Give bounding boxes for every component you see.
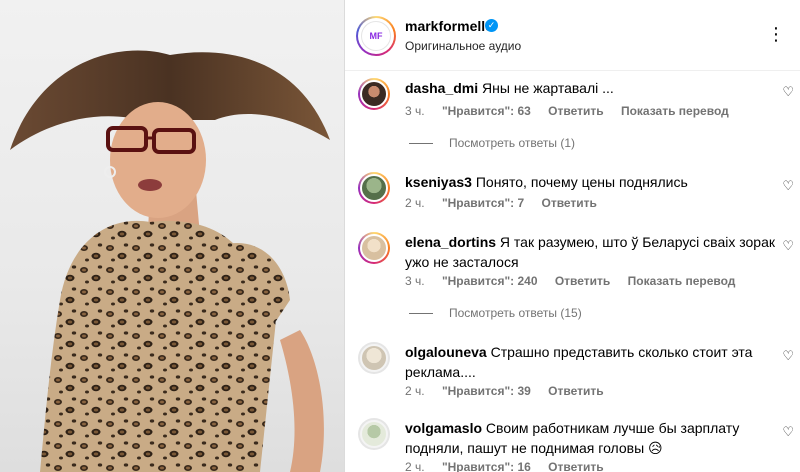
comment-username[interactable]: dasha_dmi bbox=[405, 80, 478, 96]
comment-username[interactable]: olgalouneva bbox=[405, 344, 487, 360]
video-frame bbox=[10, 50, 330, 472]
verified-badge-icon: ✓ bbox=[485, 19, 498, 32]
instagram-post-view: MF markformelle ✓ Оригинальное аудио ⋮ d… bbox=[0, 0, 800, 472]
commenter-avatar[interactable] bbox=[358, 232, 390, 264]
like-heart-icon[interactable]: ♡ bbox=[782, 238, 794, 254]
comment-time[interactable]: 2 ч. bbox=[405, 384, 425, 398]
author-username[interactable]: markformelle bbox=[405, 18, 493, 34]
post-video[interactable] bbox=[0, 0, 344, 472]
comment-time[interactable]: 2 ч. bbox=[405, 460, 425, 472]
like-heart-icon[interactable]: ♡ bbox=[782, 178, 794, 194]
author-avatar[interactable]: MF bbox=[356, 16, 396, 56]
comment-likes[interactable]: "Нравится": 39 bbox=[442, 384, 531, 398]
comment-likes[interactable]: "Нравится": 240 bbox=[442, 274, 538, 288]
reply-button[interactable]: Ответить bbox=[541, 196, 596, 210]
commenter-avatar[interactable] bbox=[358, 78, 390, 110]
translate-button[interactable]: Показать перевод bbox=[621, 104, 729, 118]
like-heart-icon[interactable]: ♡ bbox=[782, 348, 794, 364]
like-heart-icon[interactable]: ♡ bbox=[782, 424, 794, 440]
commenter-avatar[interactable] bbox=[358, 342, 390, 374]
like-heart-icon[interactable]: ♡ bbox=[782, 84, 794, 100]
audio-label[interactable]: Оригинальное аудио bbox=[405, 39, 521, 53]
commenter-avatar[interactable] bbox=[358, 418, 390, 450]
translate-button[interactable]: Показать перевод bbox=[628, 274, 736, 288]
comment-likes[interactable]: "Нравится": 16 bbox=[442, 460, 531, 472]
comment-text: Яны не жартавалі ... bbox=[482, 80, 614, 96]
brand-logo: MF bbox=[361, 21, 391, 51]
comment-username[interactable]: volgamaslo bbox=[405, 420, 482, 436]
more-options-icon[interactable]: ⋮ bbox=[767, 24, 786, 45]
post-header: MF markformelle ✓ Оригинальное аудио ⋮ bbox=[345, 0, 800, 71]
comment-username[interactable]: kseniyas3 bbox=[405, 174, 472, 190]
comment-time[interactable]: 3 ч. bbox=[405, 274, 425, 288]
view-replies-button[interactable]: Посмотреть ответы (1) bbox=[409, 136, 575, 150]
comment-likes[interactable]: "Нравится": 63 bbox=[442, 104, 531, 118]
reply-button[interactable]: Ответить bbox=[548, 460, 603, 472]
comments-panel: MF markformelle ✓ Оригинальное аудио ⋮ d… bbox=[345, 0, 800, 472]
reply-button[interactable]: Ответить bbox=[548, 384, 603, 398]
comment-time[interactable]: 2 ч. bbox=[405, 196, 425, 210]
reply-button[interactable]: Ответить bbox=[548, 104, 603, 118]
comment-time[interactable]: 3 ч. bbox=[405, 104, 425, 118]
commenter-avatar[interactable] bbox=[358, 172, 390, 204]
comment-likes[interactable]: "Нравится": 7 bbox=[442, 196, 524, 210]
view-replies-button[interactable]: Посмотреть ответы (15) bbox=[409, 306, 582, 320]
reply-button[interactable]: Ответить bbox=[555, 274, 610, 288]
comment-text: Понято, почему цены поднялись bbox=[475, 174, 688, 190]
comment-username[interactable]: elena_dortins bbox=[405, 234, 496, 250]
